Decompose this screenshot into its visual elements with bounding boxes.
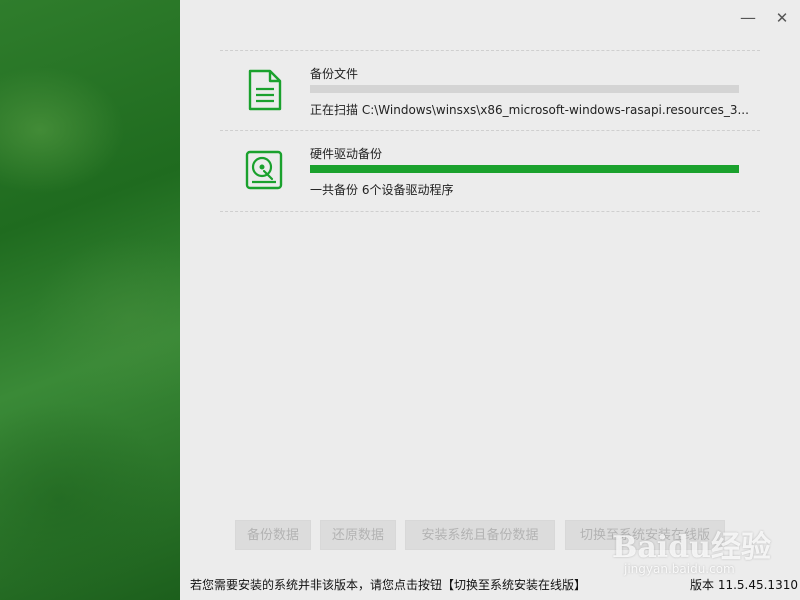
document-icon xyxy=(248,69,282,111)
left-background-panel xyxy=(0,0,180,600)
progress-bar xyxy=(310,85,739,93)
task-driver-backup: 硬件驱动备份 一共备份 6个设备驱动程序 xyxy=(220,130,760,212)
task-status: 一共备份 6个设备驱动程序 xyxy=(310,183,454,197)
watermark-url: jingyan.baidu.com xyxy=(624,562,735,576)
progress-fill xyxy=(310,165,739,173)
task-backup-files: 备份文件 正在扫描 C:\Windows\winsxs\x86_microsof… xyxy=(220,50,760,131)
footer-hint: 若您需要安装的系统并非该版本，请您点击按钮【切换至系统安装在线版】 xyxy=(190,578,587,592)
close-button[interactable]: ✕ xyxy=(772,8,792,28)
version-label: 版本 11.5.45.1310 xyxy=(690,578,798,592)
task-title: 备份文件 xyxy=(310,67,359,81)
task-title: 硬件驱动备份 xyxy=(310,147,383,161)
progress-bar xyxy=(310,165,739,173)
task-status: 正在扫描 C:\Windows\winsxs\x86_microsoft-win… xyxy=(310,103,749,117)
backup-data-button[interactable]: 备份数据 xyxy=(235,520,311,550)
install-and-backup-button[interactable]: 安装系统且备份数据 xyxy=(405,520,555,550)
minimize-button[interactable]: — xyxy=(738,8,758,28)
close-icon: ✕ xyxy=(775,9,789,27)
hard-drive-icon xyxy=(245,150,283,190)
minimize-icon: — xyxy=(740,8,756,27)
switch-online-version-button[interactable]: 切换至系统安装在线版 xyxy=(565,520,725,550)
restore-data-button[interactable]: 还原数据 xyxy=(320,520,396,550)
